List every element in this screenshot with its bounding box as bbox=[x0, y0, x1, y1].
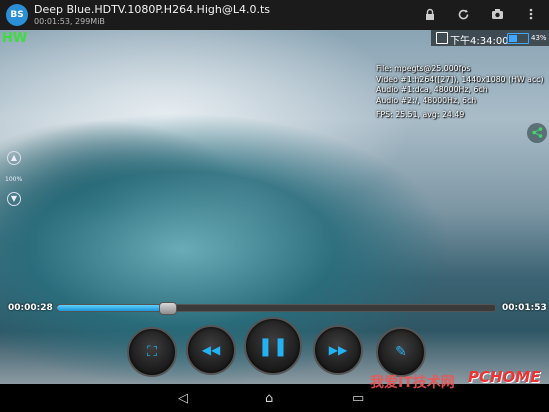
zoom-in-button[interactable]: ▲ bbox=[7, 151, 21, 165]
zoom-out-button[interactable]: ▼ bbox=[7, 192, 21, 206]
fps-info: FPS: 25.51, avg: 24.49 bbox=[376, 110, 465, 119]
battery-icon bbox=[507, 33, 529, 44]
edit-button[interactable]: ✎ bbox=[376, 327, 426, 377]
rotate-icon[interactable] bbox=[456, 8, 470, 22]
rewind-button[interactable]: ◀◀ bbox=[186, 325, 236, 375]
aspect-ratio-button[interactable]: ⛶ bbox=[127, 327, 177, 377]
rewind-icon: ◀◀ bbox=[201, 343, 221, 357]
audio1-info: Audio #1:dca, 48000Hz, 6ch bbox=[376, 85, 488, 94]
pause-button[interactable]: ❚❚ bbox=[244, 317, 302, 375]
recents-icon[interactable]: ▭ bbox=[352, 391, 364, 406]
battery-fill bbox=[509, 35, 517, 42]
zoom-level: 100% bbox=[5, 176, 23, 183]
clock: 下午4:34:00 bbox=[450, 36, 509, 47]
forward-button[interactable]: ▶▶ bbox=[313, 325, 363, 375]
camera-icon[interactable] bbox=[490, 8, 504, 22]
app-logo-icon[interactable]: BS bbox=[6, 4, 28, 26]
android-nav-bar bbox=[0, 384, 549, 412]
watermark-brand: PCHOME bbox=[468, 368, 541, 386]
forward-icon: ▶▶ bbox=[328, 343, 348, 357]
battery-percent: 43% bbox=[531, 34, 547, 42]
home-icon[interactable]: ⌂ bbox=[265, 391, 273, 406]
menu-icon[interactable] bbox=[524, 8, 538, 22]
aspect-icon: ⛶ bbox=[147, 344, 157, 360]
back-icon[interactable]: ◁ bbox=[178, 391, 188, 406]
seek-progress bbox=[57, 305, 167, 311]
pause-icon: ❚❚ bbox=[257, 335, 289, 357]
file-title: Deep Blue.HDTV.1080P.H264.High@L4.0.ts bbox=[34, 3, 271, 16]
current-time: 00:00:28 bbox=[8, 303, 53, 313]
watermark-text: 我爱IT技术网 bbox=[370, 375, 455, 391]
video-player-screen: BS Deep Blue.HDTV.1080P.H264.High@L4.0.t… bbox=[0, 0, 549, 412]
total-time: 00:01:53 bbox=[502, 303, 547, 313]
sleep-timer-icon bbox=[436, 32, 448, 44]
hw-decoder-badge[interactable]: HW bbox=[2, 31, 27, 46]
lock-icon[interactable] bbox=[423, 8, 437, 22]
stream-info-overlay: File: mpegts@25.000fps Video #1:h264([27… bbox=[376, 64, 544, 121]
audio2-info: Audio #2:/, 48000Hz, 6ch bbox=[376, 95, 477, 105]
file-meta: 00:01:53, 299MiB bbox=[34, 17, 105, 26]
edit-icon: ✎ bbox=[395, 344, 407, 360]
file-info: File: mpegts@25.000fps bbox=[376, 64, 471, 73]
seek-bar[interactable] bbox=[56, 302, 496, 315]
seek-thumb[interactable] bbox=[158, 302, 177, 315]
share-icon[interactable] bbox=[527, 123, 547, 143]
title-bar: BS Deep Blue.HDTV.1080P.H264.High@L4.0.t… bbox=[0, 0, 549, 30]
video-info: Video #1:h264([27]), 1440x1080 (HW acc) bbox=[376, 74, 544, 84]
